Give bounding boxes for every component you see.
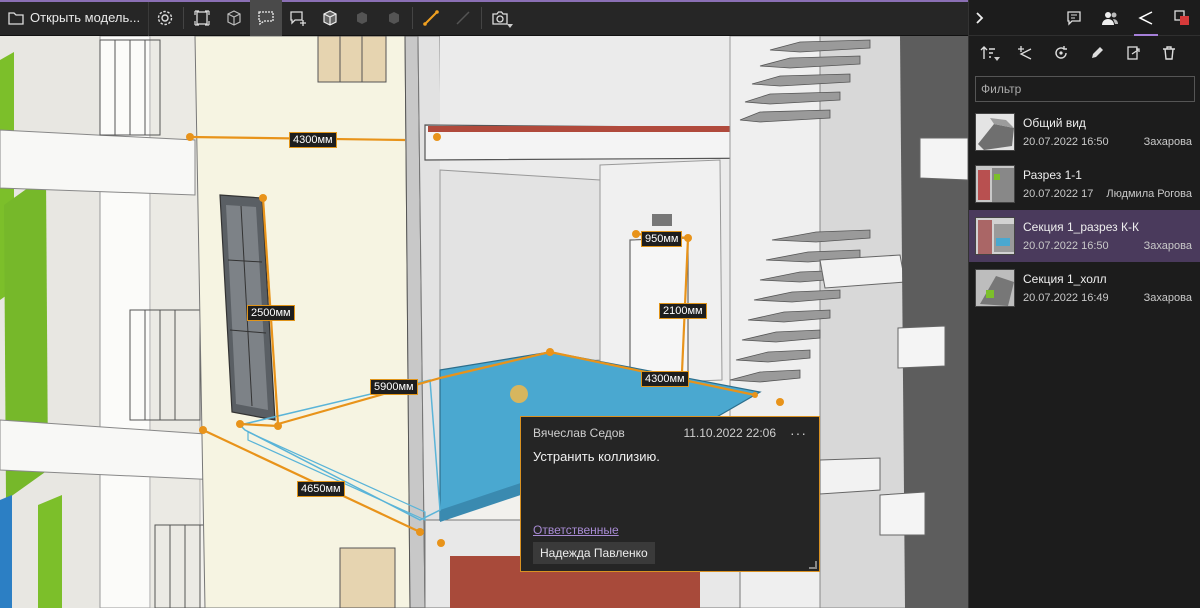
chevron-right-icon: [976, 11, 984, 24]
comment-text: Устранить коллизию.: [533, 449, 660, 464]
more-options-icon[interactable]: ···: [790, 425, 807, 441]
collision-icon: [1174, 9, 1189, 25]
view-date: 20.07.2022 16:50: [1023, 240, 1109, 252]
section-box-icon: [323, 9, 337, 26]
fit-view-button[interactable]: [186, 0, 218, 36]
add-comment-icon: [290, 10, 307, 26]
view-thumbnail: [975, 165, 1015, 203]
measure-point-button[interactable]: [447, 0, 479, 36]
tab-comments[interactable]: [1056, 0, 1092, 36]
hide-element-button[interactable]: [346, 0, 378, 36]
responsible-link[interactable]: Ответственные: [533, 523, 619, 537]
folder-icon: [8, 11, 24, 25]
view-name: Общий вид: [1023, 116, 1086, 130]
comment-popup[interactable]: Вячеслав Седов 11.10.2022 22:06 ··· Устр…: [520, 416, 820, 572]
screenshot-button[interactable]: [484, 0, 516, 36]
dimension-label: 2100мм: [659, 303, 707, 319]
views-panel: Общий вид 20.07.2022 16:50 Захарова Разр…: [968, 0, 1200, 608]
chevron-down-icon: [507, 23, 514, 28]
view-point-icon: [1138, 10, 1153, 25]
isolate-element-icon: [389, 11, 400, 24]
toolbar-separator: [481, 6, 483, 29]
list-item[interactable]: Секция 1_разрез К-К 20.07.2022 16:50 Зах…: [969, 210, 1200, 262]
add-view-button[interactable]: [1009, 38, 1041, 68]
main-toolbar: Открыть модель...: [0, 0, 968, 36]
add-view-icon: [1018, 46, 1032, 60]
resize-handle-icon[interactable]: [809, 561, 817, 569]
dimension-label: 4300мм: [641, 371, 689, 387]
toolbar-separator: [183, 6, 185, 29]
measure-button[interactable]: [415, 0, 447, 36]
view-date: 20.07.2022 16:50: [1023, 136, 1109, 148]
dimension-label: 4300мм: [289, 132, 337, 148]
share-icon: [1127, 46, 1140, 60]
view-thumbnail: [975, 269, 1015, 307]
view-date: 20.07.2022 17: [1023, 188, 1094, 200]
tab-users[interactable]: [1092, 0, 1128, 36]
comment-pin[interactable]: [510, 385, 528, 403]
pencil-icon: [1092, 47, 1103, 58]
section-box-button[interactable]: [314, 0, 346, 36]
settings-icon: [157, 10, 173, 25]
view-author: Захарова: [1143, 240, 1192, 252]
app-window: Открыть модель... 4300мм 2500мм 950мм 21…: [0, 0, 1200, 608]
tab-views[interactable]: [1128, 0, 1164, 36]
dimension-label: 950мм: [641, 231, 683, 247]
trash-icon: [1163, 46, 1175, 60]
view-author: Людмила Рогова: [1106, 188, 1192, 200]
dimension-label: 4650мм: [297, 481, 345, 497]
cube-icon: [227, 9, 241, 26]
view-author: Захарова: [1143, 136, 1192, 148]
comment-area-button[interactable]: [250, 0, 283, 36]
users-icon: [1102, 11, 1118, 25]
view-date: 20.07.2022 16:49: [1023, 292, 1109, 304]
edit-view-button[interactable]: [1081, 38, 1113, 68]
building-model-scene[interactable]: [0, 36, 968, 608]
tab-collisions[interactable]: [1164, 0, 1200, 36]
chevron-down-icon: [994, 57, 1000, 61]
delete-view-button[interactable]: [1153, 38, 1185, 68]
saved-views-list: Общий вид 20.07.2022 16:50 Захарова Разр…: [969, 106, 1200, 314]
responsible-person-chip[interactable]: Надежда Павленко: [533, 542, 655, 564]
view-cube-button[interactable]: [218, 0, 250, 36]
view-thumbnail: [975, 113, 1015, 151]
measure-icon: [423, 9, 439, 26]
measure-point-icon: [456, 10, 470, 25]
model-viewport[interactable]: 4300мм 2500мм 950мм 2100мм 5900мм 4300мм…: [0, 36, 968, 608]
view-name: Секция 1_разрез К-К: [1023, 220, 1139, 234]
green-wall-panel: [38, 495, 62, 608]
open-model-button[interactable]: Открыть модель...: [0, 0, 150, 36]
sort-button[interactable]: [973, 38, 1005, 68]
open-model-label: Открыть модель...: [30, 10, 141, 25]
settings-button[interactable]: [149, 0, 181, 36]
dimension-label: 5900мм: [370, 379, 418, 395]
share-view-button[interactable]: [1117, 38, 1149, 68]
filter-input[interactable]: [975, 76, 1195, 102]
view-thumbnail: [975, 217, 1015, 255]
isolate-element-button[interactable]: [378, 0, 410, 36]
list-item[interactable]: Общий вид 20.07.2022 16:50 Захарова: [969, 106, 1200, 158]
list-item[interactable]: Разрез 1-1 20.07.2022 17 Людмила Рогова: [969, 158, 1200, 210]
hide-element-icon: [357, 11, 368, 24]
comment-area-icon: [258, 10, 274, 25]
dimension-label: 2500мм: [247, 305, 295, 321]
fit-view-icon: [194, 9, 210, 26]
comment-author: Вячеслав Седов: [533, 426, 625, 440]
toolbar-separator: [412, 6, 414, 29]
blue-wall-panel: [0, 495, 12, 608]
comments-icon: [1067, 10, 1081, 26]
collapse-panel-button[interactable]: [969, 0, 991, 36]
refresh-icon: [1055, 46, 1067, 59]
list-item[interactable]: Секция 1_холл 20.07.2022 16:49 Захарова: [969, 262, 1200, 314]
comment-date: 11.10.2022 22:06: [683, 426, 776, 440]
update-view-button[interactable]: [1045, 38, 1077, 68]
view-name: Секция 1_холл: [1023, 272, 1107, 286]
view-author: Захарова: [1143, 292, 1192, 304]
add-comment-button[interactable]: [282, 0, 314, 36]
view-name: Разрез 1-1: [1023, 168, 1082, 182]
